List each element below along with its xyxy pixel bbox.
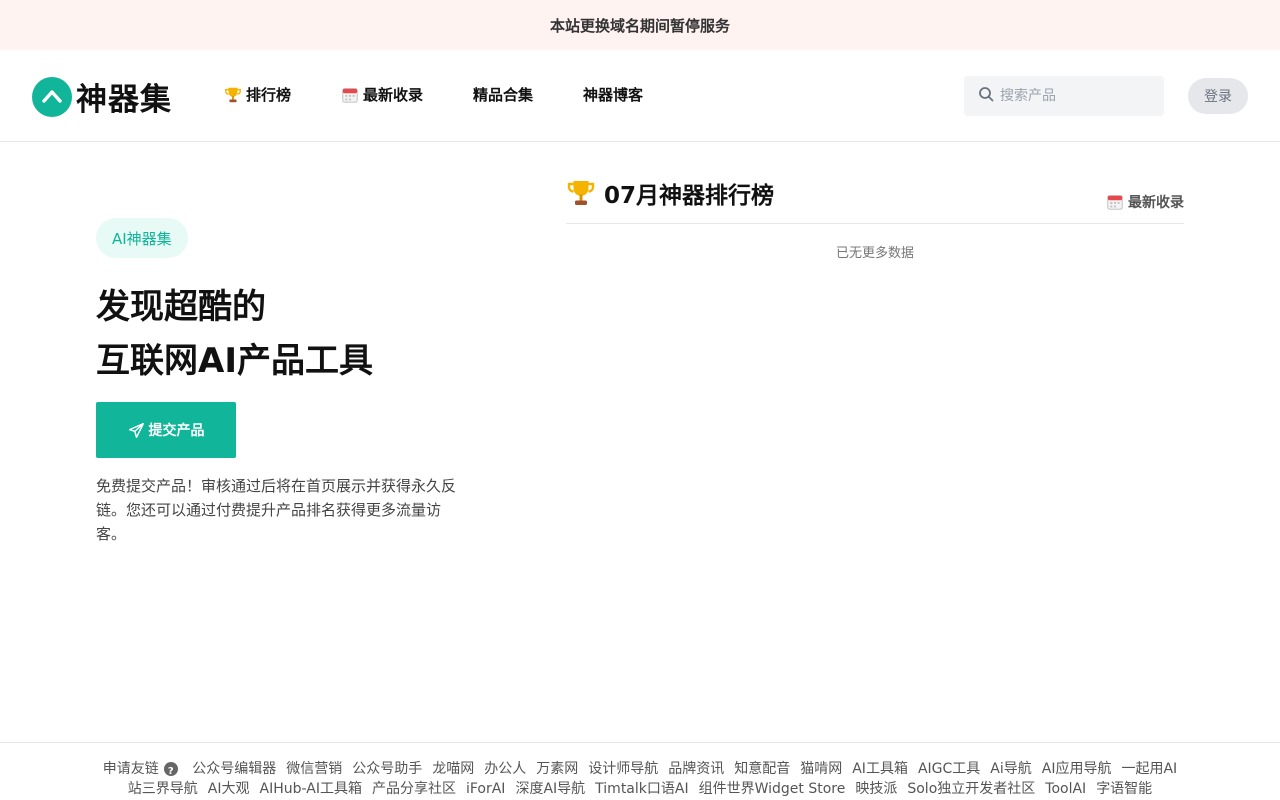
ranking-latest-label: 最新收录: [1128, 195, 1184, 211]
footer-link[interactable]: AI大观: [208, 779, 250, 799]
footer-link[interactable]: AI工具箱: [852, 759, 908, 779]
apply-friend-link[interactable]: 申请友链?: [103, 759, 178, 779]
footer-link[interactable]: 设计师导航: [588, 759, 658, 779]
hero-badge: AI神器集: [96, 218, 188, 258]
footer-link[interactable]: 公众号编辑器: [192, 759, 276, 779]
calendar-icon: [341, 86, 359, 104]
logo-text: 神器集: [76, 82, 172, 118]
footer-link[interactable]: 产品分享社区: [372, 779, 456, 799]
footer-link[interactable]: 公众号助手: [352, 759, 422, 779]
footer-link[interactable]: 知意配音: [734, 759, 790, 779]
footer-link[interactable]: 猫啃网: [800, 759, 842, 779]
footer-link[interactable]: 深度AI导航: [515, 779, 585, 799]
announcement-text: 本站更换域名期间暂停服务: [549, 16, 730, 35]
login-button[interactable]: 登录: [1188, 78, 1248, 114]
help-icon: ?: [163, 762, 178, 777]
hero-description: 免费提交产品！审核通过后将在首页展示并获得永久反链。您还可以通过付费提升产品排名…: [96, 477, 457, 543]
ranking-title-text: 07月神器排行榜: [604, 183, 775, 209]
search-icon: [978, 86, 994, 106]
footer-link[interactable]: 字语智能: [1096, 779, 1152, 799]
footer-link[interactable]: Solo独立开发者社区: [907, 779, 1035, 799]
footer-link[interactable]: AI应用导航: [1042, 759, 1112, 779]
apply-friend-link-label: 申请友链: [102, 761, 159, 777]
trophy-icon: [566, 178, 596, 208]
footer-link[interactable]: Timtalk口语AI: [595, 779, 688, 799]
empty-state-text: 已无更多数据: [835, 246, 914, 261]
footer-link[interactable]: 办公人: [484, 759, 526, 779]
footer-link[interactable]: 万素网: [536, 759, 578, 779]
announcement-bar: 本站更换域名期间暂停服务: [0, 0, 1280, 50]
hero-headline-line1: 发现超酷的: [96, 287, 266, 327]
submit-product-label: 提交产品: [148, 423, 205, 439]
footer-link[interactable]: AIHub-AI工具箱: [260, 779, 362, 799]
footer-link[interactable]: 站三界导航: [128, 779, 198, 799]
hero-headline-line2: 互联网AI产品工具: [96, 341, 373, 381]
footer-link[interactable]: AIGC工具: [918, 759, 980, 779]
nav-collections-label: 精品合集: [473, 86, 534, 104]
search-input[interactable]: [1000, 88, 1150, 104]
footer-link[interactable]: 一起用AI: [1121, 759, 1177, 779]
logo-chevron-up-icon: [32, 76, 72, 117]
logo[interactable]: 神器集: [32, 74, 172, 119]
nav-ranking-label: 排行榜: [246, 86, 292, 104]
trophy-icon: [224, 86, 242, 104]
site-header: 神器集 排行榜 最新收录 精品合集 神器博客 登录: [0, 50, 1280, 142]
search-box: [964, 76, 1164, 116]
footer-link[interactable]: 品牌资讯: [668, 759, 724, 779]
submit-product-button[interactable]: 提交产品: [96, 402, 236, 458]
nav-latest-label: 最新收录: [363, 86, 424, 104]
footer-link[interactable]: 映技派: [855, 779, 897, 799]
footer-link[interactable]: 微信营销: [286, 759, 342, 779]
footer-link[interactable]: 组件世界Widget Store: [699, 779, 846, 799]
nav-blog-label: 神器博客: [583, 86, 644, 104]
main-nav: 排行榜 最新收录 精品合集 神器博客: [224, 84, 693, 105]
footer-link[interactable]: iForAI: [466, 779, 505, 799]
site-footer: 申请友链? 公众号编辑器 微信营销 公众号助手 龙喵网 办公人 万素网 设计师导航 品牌资讯知…: [0, 742, 1280, 800]
calendar-icon: [1106, 193, 1124, 211]
paper-plane-icon: [128, 422, 145, 439]
footer-link[interactable]: ToolAI: [1045, 779, 1086, 799]
ranking-latest-link[interactable]: 最新收录: [1106, 192, 1184, 212]
footer-link[interactable]: 龙喵网: [432, 759, 474, 779]
ranking-header: 07月神器排行榜 最新收录: [566, 176, 1184, 224]
ranking-title: 07月神器排行榜: [566, 176, 774, 210]
nav-collections[interactable]: 精品合集: [473, 84, 533, 105]
footer-link[interactable]: Ai导航: [990, 759, 1031, 779]
ranking-panel: 07月神器排行榜 最新收录 已无更多数据: [566, 176, 1184, 261]
friend-links: 申请友链? 公众号编辑器 微信营销 公众号助手 龙喵网 办公人 万素网 设计师导航 品牌资讯知…: [85, 759, 1195, 799]
nav-latest[interactable]: 最新收录: [341, 84, 423, 105]
nav-ranking[interactable]: 排行榜: [224, 84, 291, 105]
hero-headline: 发现超酷的 互联网AI产品工具: [96, 280, 373, 388]
nav-blog[interactable]: 神器博客: [583, 84, 643, 105]
